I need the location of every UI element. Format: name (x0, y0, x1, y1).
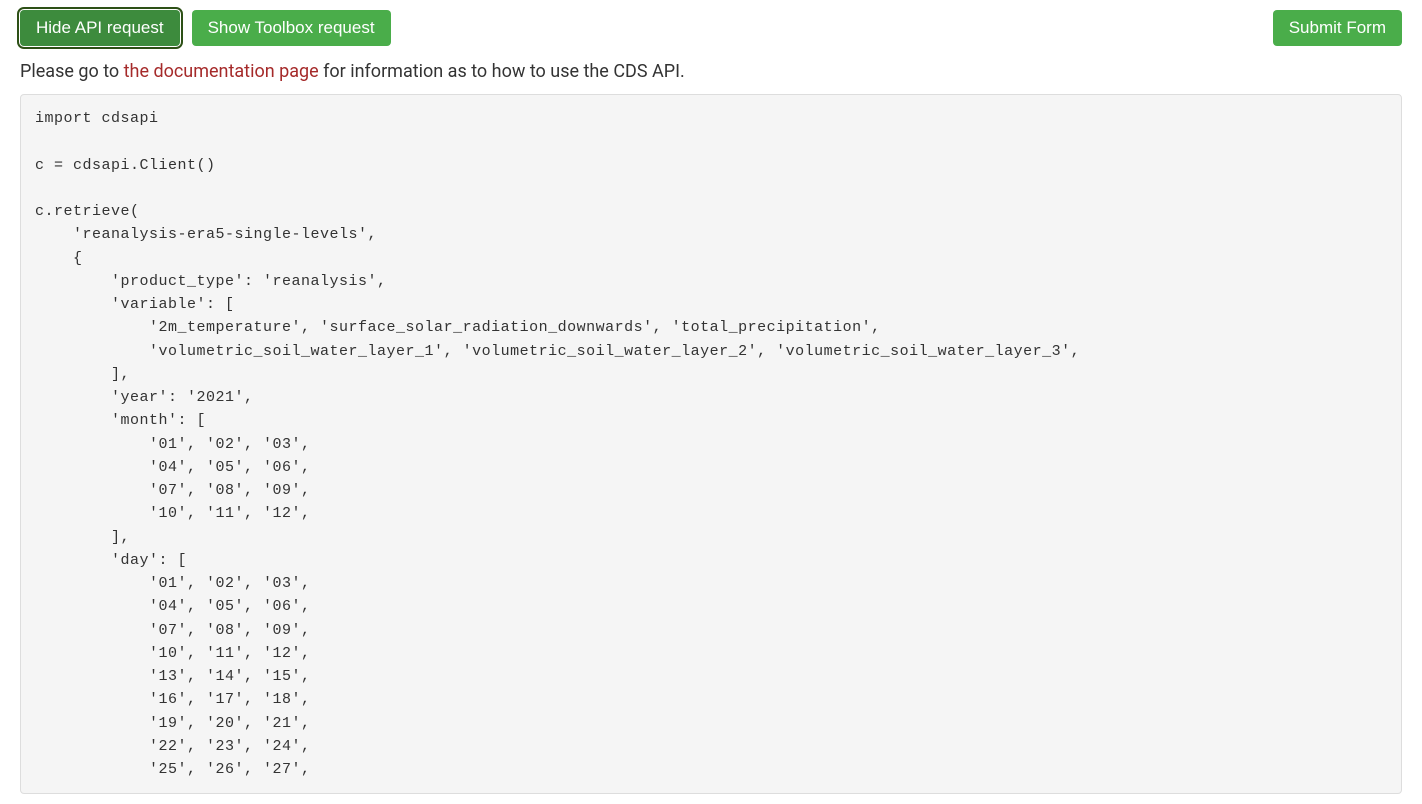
info-prefix: Please go to (20, 61, 124, 82)
show-toolbox-request-button[interactable]: Show Toolbox request (192, 10, 391, 46)
hide-api-request-button[interactable]: Hide API request (20, 10, 180, 46)
submit-form-button[interactable]: Submit Form (1273, 10, 1402, 46)
info-text: Please go to the documentation page for … (20, 61, 1402, 82)
button-bar: Hide API request Show Toolbox request Su… (20, 10, 1402, 46)
api-code-block: import cdsapi c = cdsapi.Client() c.retr… (20, 94, 1402, 794)
info-suffix: for information as to how to use the CDS… (319, 61, 685, 82)
documentation-link[interactable]: the documentation page (124, 61, 319, 82)
